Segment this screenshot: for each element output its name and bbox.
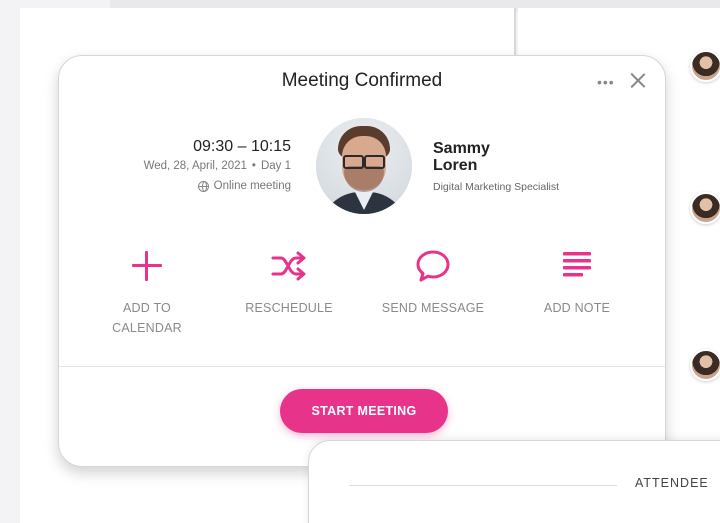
person-role: Digital Marketing Specialist — [433, 181, 560, 193]
day-text: Day 1 — [260, 160, 291, 172]
divider — [59, 366, 665, 367]
globe-icon — [197, 180, 209, 192]
chat-bubble-icon — [413, 246, 453, 286]
person-first-name: Sammy — [433, 140, 490, 157]
action-label: SEND MESSAGE — [381, 301, 485, 315]
date-text: Wed, 28, April, 2021 — [143, 160, 247, 172]
person-last-name: Loren — [433, 157, 478, 174]
action-label: ADD TO CALENDAR — [87, 298, 207, 338]
action-label: RESCHEDULE — [245, 301, 333, 315]
reschedule-button[interactable]: RESCHEDULE — [229, 246, 349, 318]
shuffle-icon — [269, 246, 309, 286]
meeting-location: Online meeting — [197, 180, 291, 192]
meeting-time: 09:30 – 10:15 — [193, 138, 291, 155]
attendee-avatar[interactable] — [690, 349, 720, 381]
send-message-button[interactable]: SEND MESSAGE — [373, 246, 493, 318]
meeting-confirmed-dialog: Meeting Confirmed ••• 09:30 – 10:15 Wed,… — [58, 55, 666, 467]
plus-icon — [127, 246, 167, 286]
profile-photo — [316, 118, 412, 214]
action-label: ADD NOTE — [543, 301, 611, 315]
add-note-button[interactable]: ADD NOTE — [517, 246, 637, 318]
attendees-panel: ATTENDEE — [308, 440, 720, 523]
note-lines-icon — [557, 246, 597, 286]
close-icon[interactable] — [627, 70, 649, 92]
label-line1: ADD TO — [123, 301, 171, 315]
start-meeting-button[interactable]: START MEETING — [280, 389, 448, 433]
label-line2: CALENDAR — [112, 321, 182, 335]
divider — [349, 485, 617, 486]
meeting-date: Wed, 28, April, 2021 • Day 1 — [144, 160, 291, 172]
dialog-title: Meeting Confirmed — [281, 70, 443, 91]
date-separator: • — [251, 160, 256, 172]
more-options-icon[interactable]: ••• — [597, 75, 615, 89]
attendee-avatar[interactable] — [690, 192, 720, 224]
location-text: Online meeting — [213, 180, 291, 192]
add-to-calendar-button[interactable]: ADD TO CALENDAR — [87, 246, 207, 338]
attendee-avatar[interactable] — [690, 50, 720, 82]
person-name: Sammy Loren — [433, 140, 553, 174]
attendees-heading: ATTENDEE — [635, 476, 709, 490]
